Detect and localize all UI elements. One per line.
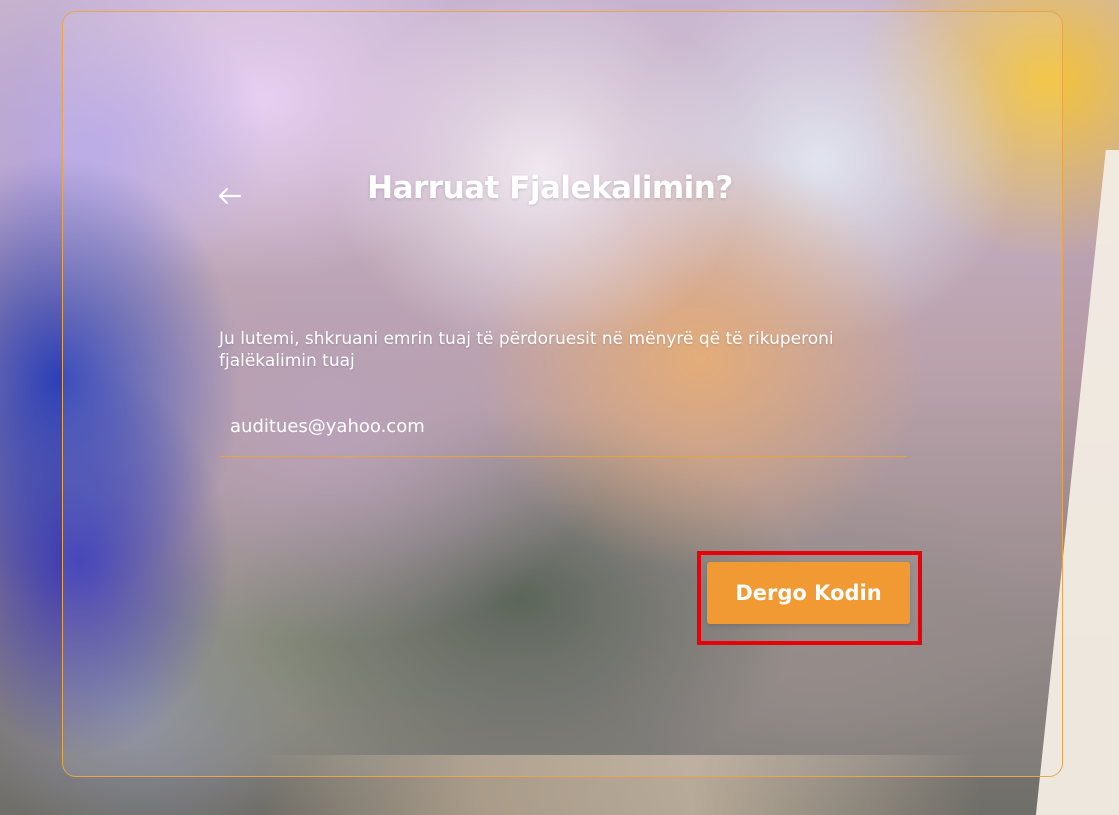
back-button[interactable] [214,181,244,211]
arrow-left-icon [218,187,242,205]
instructions-text: Ju lutemi, shkruani emrin tuaj të përdor… [219,329,834,371]
forgot-password-card [62,11,1063,777]
username-field[interactable] [220,405,907,457]
send-code-button[interactable]: Dergo Kodin [707,562,910,624]
username-input[interactable] [220,405,907,456]
page-title: Harruat Fjalekalimin? [367,170,733,206]
